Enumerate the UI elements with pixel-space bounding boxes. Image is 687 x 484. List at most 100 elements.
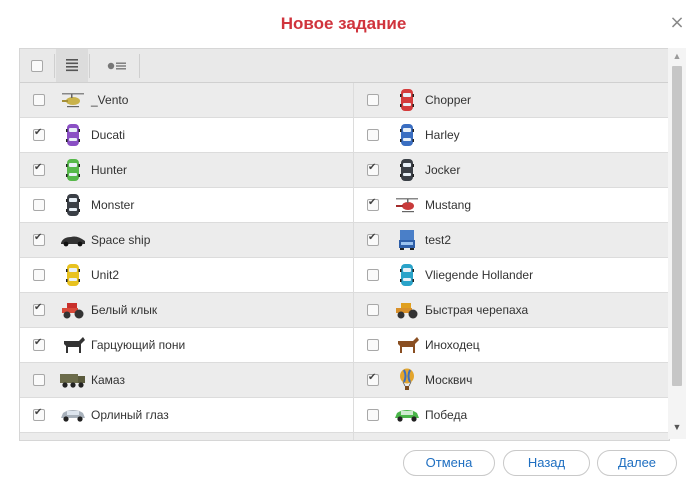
vertical-scrollbar[interactable]: ▲ ▼: [668, 48, 686, 439]
table-row: Space ship test2: [20, 223, 669, 258]
unit-name: Быстрая черепаха: [425, 303, 529, 317]
unit-checkbox[interactable]: [33, 269, 45, 281]
scroll-down-icon[interactable]: ▼: [668, 421, 686, 433]
unit-item[interactable]: Орлиный глаз: [20, 398, 354, 432]
toolbar-divider: [89, 54, 90, 78]
unit-item[interactable]: Белый клык: [20, 293, 354, 327]
unit-item[interactable]: Unit2: [20, 258, 354, 292]
table-row: _Vento Chopper: [20, 83, 669, 118]
unit-item[interactable]: Быстрая черепаха: [354, 293, 669, 327]
unit-checkbox[interactable]: [367, 162, 379, 176]
unit-item[interactable]: Москвич: [354, 363, 669, 397]
back-button[interactable]: Назад: [503, 450, 590, 476]
unit-item[interactable]: Space ship: [20, 223, 354, 257]
table-row: Monster Mustang: [20, 188, 669, 223]
cancel-button[interactable]: Отмена: [403, 450, 495, 476]
unit-name: Белый клык: [91, 303, 158, 317]
unit-item[interactable]: [354, 433, 669, 440]
next-button[interactable]: Далее: [597, 450, 677, 476]
close-icon[interactable]: ×: [668, 13, 686, 33]
list-toolbar: [20, 49, 669, 83]
unit-item[interactable]: Победа: [354, 398, 669, 432]
unit-list-panel: _Vento Chopper Ducati Harley Hunter Jocker Mon…: [19, 48, 670, 441]
unit-checkbox[interactable]: [367, 409, 379, 421]
unit-grid: _Vento Chopper Ducati Harley Hunter Jocker Mon…: [20, 83, 669, 440]
unit-checkbox[interactable]: [367, 269, 379, 281]
scroll-up-icon[interactable]: ▲: [668, 50, 686, 62]
unit-name: Chopper: [425, 93, 472, 107]
unit-checkbox[interactable]: [367, 304, 379, 316]
car-green-icon: [59, 159, 87, 181]
unit-item[interactable]: Monster: [20, 188, 354, 222]
unit-name: Space ship: [91, 233, 151, 247]
unit-checkbox[interactable]: [367, 129, 379, 141]
unit-item[interactable]: [20, 433, 354, 440]
table-row: Unit2 Vliegende Hollander: [20, 258, 669, 293]
horse-dark-icon: [59, 334, 87, 356]
unit-item[interactable]: test2: [354, 223, 669, 257]
unit-checkbox[interactable]: [33, 407, 45, 421]
unit-checkbox[interactable]: [367, 232, 379, 246]
tractor-red-icon: [59, 299, 87, 321]
unit-name: Vliegende Hollander: [425, 268, 534, 282]
radio-list-view-icon: [107, 62, 126, 69]
unit-checkbox[interactable]: [33, 232, 45, 246]
unit-item[interactable]: Гарцующий пони: [20, 328, 354, 362]
unit-name: Москвич: [425, 373, 473, 387]
unit-name: Harley: [425, 128, 460, 142]
unit-checkbox[interactable]: [33, 337, 45, 351]
unit-name: test2: [425, 233, 452, 247]
balloon-icon: [393, 368, 421, 391]
unit-checkbox[interactable]: [33, 162, 45, 176]
select-all-checkbox-box[interactable]: [31, 59, 43, 72]
car-blue-icon: [393, 124, 421, 146]
unit-checkbox[interactable]: [367, 94, 379, 106]
table-row: Гарцующий пони Иноходец: [20, 328, 669, 363]
table-row: Hunter Jocker: [20, 153, 669, 188]
horse-brown-icon: [393, 334, 421, 356]
unit-checkbox[interactable]: [367, 197, 379, 211]
table-row: Белый клык Быстрая черепаха: [20, 293, 669, 328]
unit-name: Hunter: [91, 163, 128, 177]
unit-item[interactable]: Ducati: [20, 118, 354, 152]
helicopter-icon: [59, 89, 87, 111]
unit-checkbox[interactable]: [33, 302, 45, 316]
unit-item[interactable]: Harley: [354, 118, 669, 152]
unit-name: Mustang: [425, 198, 472, 212]
table-row: Камаз Москвич: [20, 363, 669, 398]
army-truck-icon: [59, 369, 87, 391]
icon-view-button[interactable]: [97, 49, 137, 82]
list-view-button[interactable]: [56, 49, 88, 82]
unit-name: Ducati: [91, 128, 126, 142]
dialog-title: Новое задание: [280, 14, 407, 33]
unit-item[interactable]: Jocker: [354, 153, 669, 187]
unit-item[interactable]: _Vento: [20, 83, 354, 117]
unit-item[interactable]: Hunter: [20, 153, 354, 187]
unit-name: Monster: [91, 198, 135, 212]
unit-checkbox[interactable]: [367, 372, 379, 386]
truck-blue-icon: [393, 229, 421, 251]
car-dark-icon: [393, 159, 421, 181]
unit-name: Победа: [425, 408, 468, 422]
sports-car-icon: [59, 229, 87, 251]
car-red-icon: [393, 89, 421, 111]
unit-checkbox[interactable]: [33, 94, 45, 106]
select-all-checkbox[interactable]: [21, 49, 53, 82]
helicopter-red-icon: [393, 194, 421, 216]
car-dark-icon: [59, 194, 87, 216]
unit-checkbox[interactable]: [33, 374, 45, 386]
unit-checkbox[interactable]: [33, 199, 45, 211]
unit-item[interactable]: Mustang: [354, 188, 669, 222]
sedan-green-icon: [393, 404, 421, 426]
table-row: Орлиный глаз Победа: [20, 398, 669, 433]
unit-item[interactable]: Камаз: [20, 363, 354, 397]
unit-checkbox[interactable]: [33, 127, 45, 141]
scroll-thumb[interactable]: [672, 66, 682, 386]
unit-item[interactable]: Chopper: [354, 83, 669, 117]
unit-item[interactable]: Иноходец: [354, 328, 669, 362]
unit-name: Jocker: [425, 163, 461, 177]
unit-checkbox[interactable]: [367, 339, 379, 351]
unit-item[interactable]: Vliegende Hollander: [354, 258, 669, 292]
toolbar-divider: [54, 54, 55, 78]
unit-name: Гарцующий пони: [91, 338, 186, 352]
